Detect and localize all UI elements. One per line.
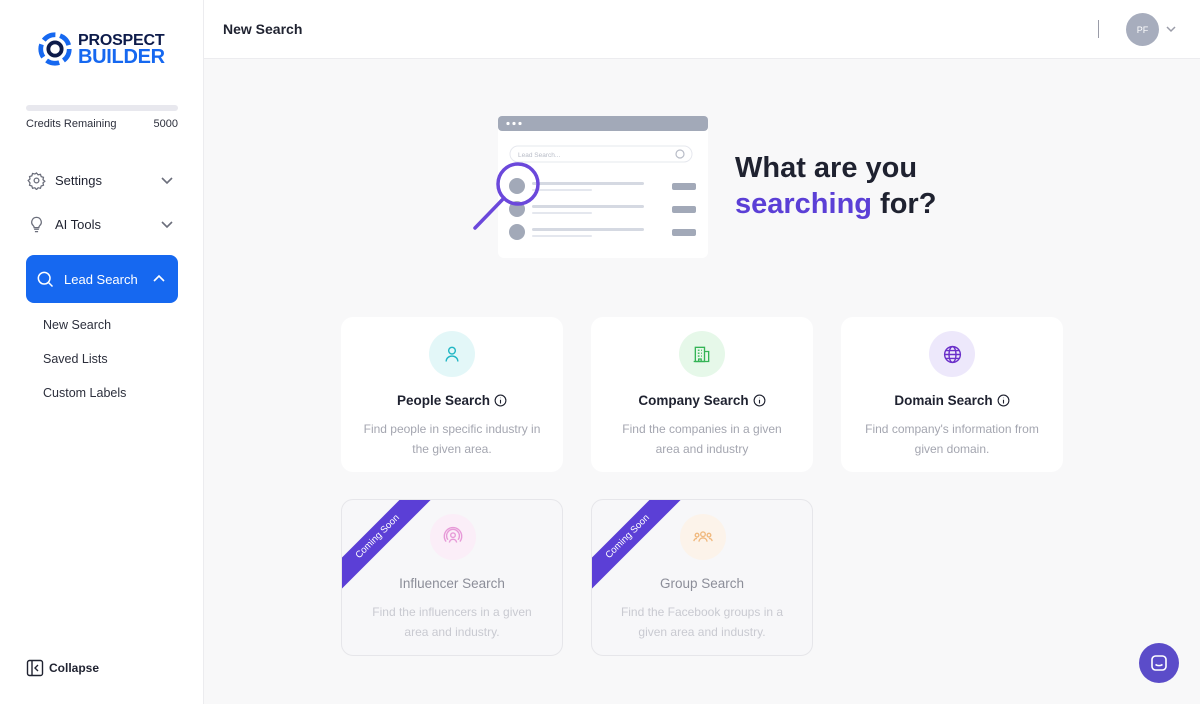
collapse-label: Collapse [49,661,100,675]
hero-line1: What are you [735,152,918,184]
card-description: Find the influencers in a given area and… [372,605,532,639]
card-description: Find people in specific industry in the … [363,422,541,456]
sidebar-item-lead-search[interactable]: Lead Search [26,255,178,303]
brand-wordmark: PROSPECT BUILDER [78,32,165,68]
logo-mark-icon [38,32,72,66]
page-title: New Search [223,21,303,37]
card-title: Group Search [659,576,745,591]
card-title: Company Search [638,393,749,408]
search-icon [35,269,55,289]
sidebar-item-settings[interactable]: Settings [26,164,178,196]
card-title: Domain Search [894,393,993,408]
credits-value: 5000 [153,118,178,130]
people-search-card[interactable]: People Search Find people in specific in… [341,317,563,472]
sidebar-item-ai-tools[interactable]: AI Tools [26,208,178,240]
info-icon[interactable] [997,394,1010,407]
lightbulb-icon [26,214,46,234]
credits-meter: Credits Remaining 5000 [26,105,178,130]
search-illustration: Lead Search... [473,116,708,258]
subnav-new-search[interactable]: New Search [43,318,111,332]
chevron-down-icon[interactable] [1165,23,1177,35]
card-description: Find company's information from given do… [865,422,1039,456]
illustration-search-placeholder: Lead Search... [518,152,560,159]
chevron-down-icon[interactable] [160,173,174,187]
chevron-down-icon[interactable] [160,217,174,231]
info-icon[interactable] [494,394,507,407]
hero-line2: searching for? [735,186,936,222]
header-divider [1098,20,1099,38]
credits-bar [26,105,178,111]
hero-heading: What are you searching for? [735,150,936,222]
group-icon [680,514,726,560]
chat-icon [1151,655,1167,671]
sidebar-item-label: Lead Search [64,271,138,287]
card-description: Find the Facebook groups in a given area… [620,605,784,639]
chat-launcher-button[interactable] [1139,643,1179,683]
building-icon [679,331,725,377]
company-search-card[interactable]: Company Search Find the companies in a g… [591,317,813,472]
chevron-up-icon[interactable] [152,272,166,286]
brand-logo[interactable]: PROSPECT BUILDER [36,30,165,68]
globe-icon [929,331,975,377]
hero-rest: for? [872,188,937,220]
info-icon[interactable] [753,394,766,407]
credits-label: Credits Remaining [26,118,117,130]
broadcast-icon [430,514,476,560]
card-title: People Search [396,393,491,408]
subnav-saved-lists[interactable]: Saved Lists [43,352,108,366]
top-header: New Search PF [204,0,1200,59]
card-description: Find the companies in a given area and i… [622,422,782,456]
sidebar-item-label: Settings [55,172,102,188]
brand-line2: BUILDER [78,46,165,68]
sidebar: PROSPECT BUILDER Credits Remaining 5000 … [0,0,204,704]
group-search-card: Coming Soon Group Search Find the Facebo… [591,499,813,656]
person-icon [429,331,475,377]
influencer-search-card: Coming Soon Influencer Search Find the i… [341,499,563,656]
gear-icon [26,170,46,190]
hero-accent: searching [735,188,872,220]
subnav-custom-labels[interactable]: Custom Labels [43,386,126,400]
avatar[interactable]: PF [1126,13,1159,46]
card-title: Influencer Search [399,576,505,591]
collapse-sidebar-icon [26,659,44,677]
domain-search-card[interactable]: Domain Search Find company's information… [841,317,1063,472]
sidebar-item-label: AI Tools [55,216,102,232]
collapse-button[interactable]: Collapse [26,659,99,677]
